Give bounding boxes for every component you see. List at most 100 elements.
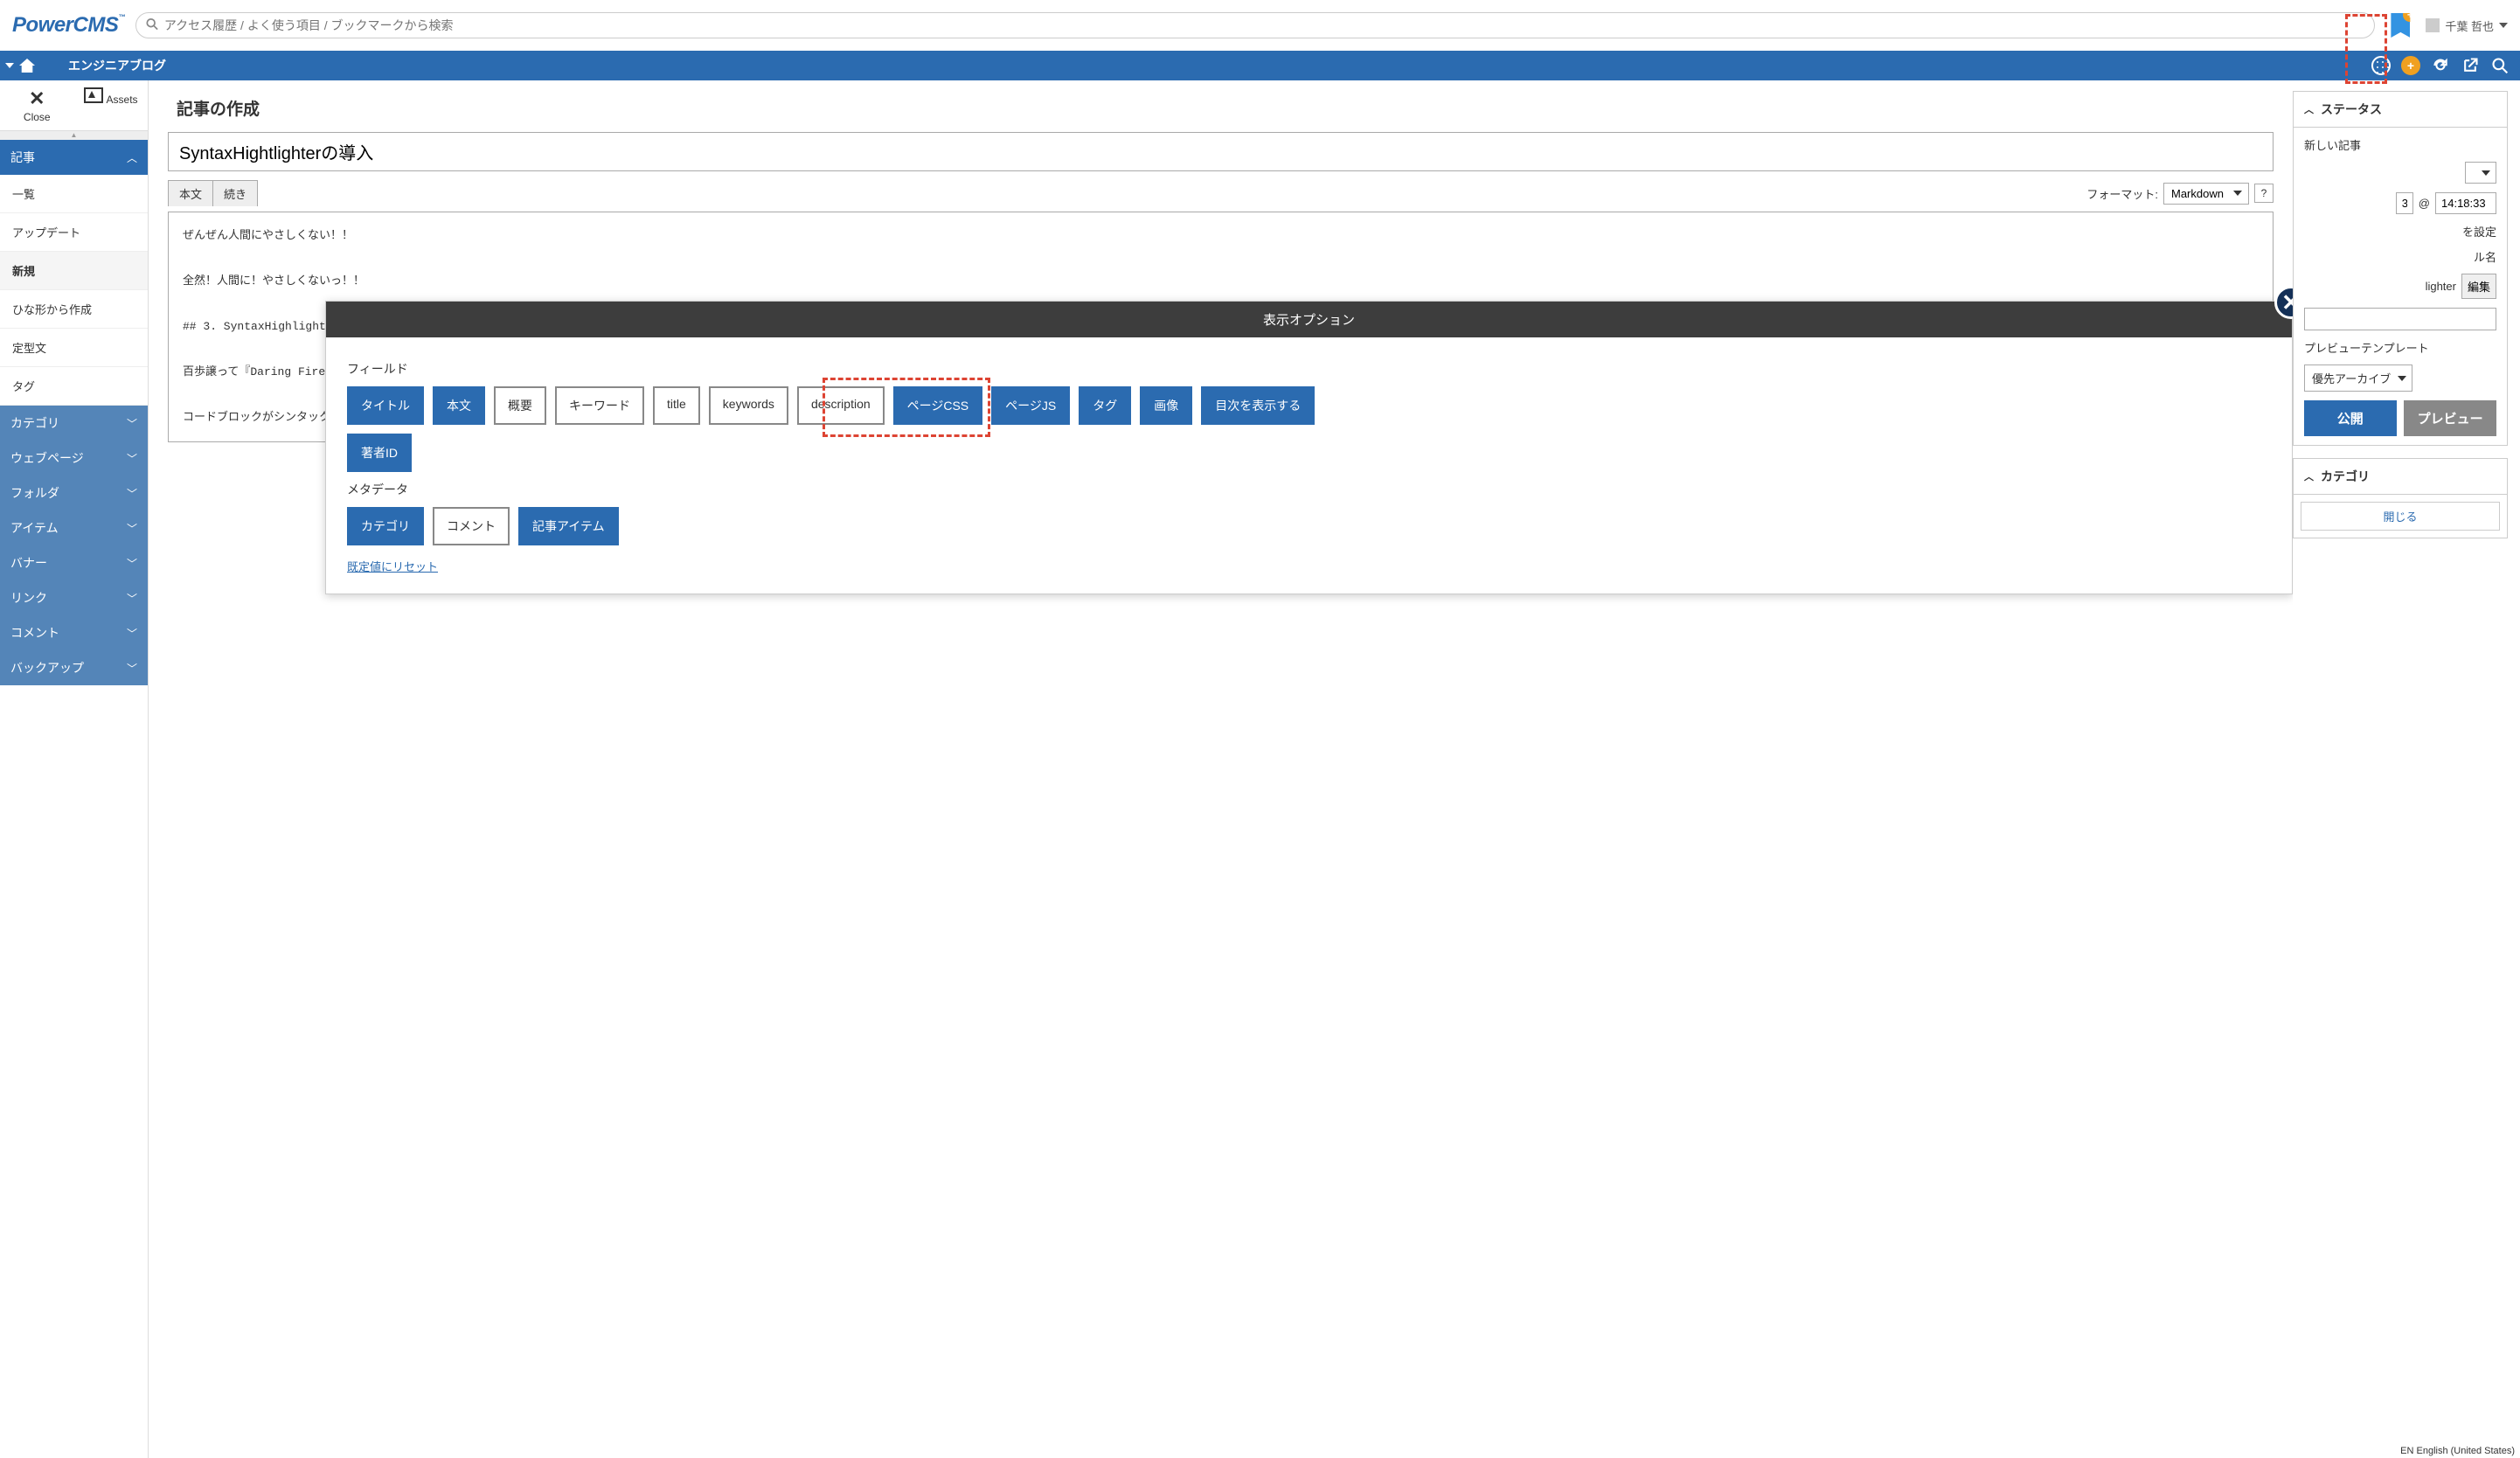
add-icon[interactable]: + [2401, 56, 2420, 75]
sidebar-section-comment[interactable]: コメント﹀ [0, 615, 148, 650]
brand-logo: PowerCMS™ [12, 13, 125, 38]
chip-keyword-ja[interactable]: キーワード [555, 386, 644, 425]
ime-language-indicator: EN English (United States) [2400, 1446, 2515, 1456]
sidebar-section-webpage[interactable]: ウェブページ﹀ [0, 441, 148, 476]
top-bar: PowerCMS™ 千葉 哲也 [0, 0, 2520, 51]
chevron-down-icon [2499, 23, 2508, 28]
close-button[interactable]: ✕ Close [0, 80, 74, 130]
external-link-icon[interactable] [2461, 56, 2480, 75]
chevron-up-icon: ︿ [127, 150, 137, 165]
close-icon: ✕ [0, 87, 74, 110]
sidebar-item-from-template[interactable]: ひな形から作成 [0, 290, 148, 329]
assets-button[interactable]: Assets [74, 80, 149, 130]
home-icon [19, 59, 35, 73]
edit-filename-button[interactable]: 編集 [2461, 274, 2496, 299]
time-input[interactable] [2435, 192, 2496, 214]
chip-comment[interactable]: コメント [433, 507, 510, 545]
global-search-input[interactable] [135, 12, 2376, 38]
category-open-link[interactable]: 開じる [2301, 502, 2500, 531]
chevron-down-icon: ﹀ [127, 661, 137, 676]
chevron-down-icon: ﹀ [127, 451, 137, 466]
site-bar: エンジニアブログ + [0, 51, 2520, 80]
chip-body[interactable]: 本文 [433, 386, 485, 425]
status-select[interactable] [2465, 162, 2496, 184]
user-name: 千葉 哲也 [2445, 17, 2494, 34]
sidebar-section-link[interactable]: リンク﹀ [0, 580, 148, 615]
sidebar-item-list[interactable]: 一覧 [0, 175, 148, 213]
site-name: エンジニアブログ [44, 57, 166, 74]
status-panel-head[interactable]: ︿ ステータス [2294, 92, 2507, 128]
search-bar-icon[interactable] [2490, 56, 2510, 75]
sidebar-section-backup[interactable]: バックアップ﹀ [0, 650, 148, 685]
refresh-icon[interactable] [2431, 56, 2450, 75]
chevron-down-icon: ﹀ [127, 626, 137, 641]
apps-grid-icon[interactable] [2371, 56, 2391, 75]
site-home-segment[interactable] [0, 51, 44, 80]
chip-article-item[interactable]: 記事アイテム [518, 507, 619, 545]
sidebar-section-folder[interactable]: フォルダ﹀ [0, 476, 148, 510]
preview-template-label: プレビューテンプレート [2304, 339, 2496, 356]
config-fragment: を設定 [2304, 223, 2496, 240]
empty-input[interactable] [2304, 308, 2496, 330]
chip-category[interactable]: カテゴリ [347, 507, 424, 545]
sidebar-section-category[interactable]: カテゴリ﹀ [0, 406, 148, 441]
sidebar-item-tag[interactable]: タグ [0, 367, 148, 406]
format-label: フォーマット: [2086, 185, 2158, 202]
fields-chip-row: タイトル 本文 概要 キーワード title keywords descript… [347, 386, 2271, 425]
chip-tag[interactable]: タグ [1079, 386, 1131, 425]
chip-author-id[interactable]: 著者ID [347, 434, 412, 472]
chevron-down-icon: ﹀ [127, 486, 137, 501]
publish-button[interactable]: 公開 [2304, 400, 2397, 436]
sidebar-section-article[interactable]: 記事︿ [0, 140, 148, 175]
right-column: ︿ ステータス 新しい記事 @ を設定 ル名 lighter 編集 [2293, 80, 2520, 1458]
chevron-down-icon: ﹀ [127, 416, 137, 431]
chevron-down-icon: ﹀ [127, 591, 137, 606]
chip-title-en[interactable]: title [653, 386, 700, 425]
chip-toc[interactable]: 目次を表示する [1201, 386, 1315, 425]
avatar-icon [2426, 18, 2440, 32]
chip-image[interactable]: 画像 [1140, 386, 1192, 425]
chip-summary[interactable]: 概要 [494, 386, 546, 425]
date-fragment-input[interactable] [2396, 192, 2413, 214]
category-panel-head[interactable]: ︿ カテゴリ [2294, 459, 2507, 495]
main-content: 記事の作成 本文 続き フォーマット: Markdown ? ぜんぜん人間にやさ… [149, 80, 2293, 1458]
chevron-down-icon: ﹀ [127, 556, 137, 571]
chevron-up-icon: ︿ [2304, 102, 2314, 116]
sidebar-item-update[interactable]: アップデート [0, 213, 148, 252]
chip-keywords-en[interactable]: keywords [709, 386, 788, 425]
sidebar-section-item[interactable]: アイテム﹀ [0, 510, 148, 545]
chip-page-js[interactable]: ページJS [991, 386, 1070, 425]
meta-section-label: メタデータ [347, 481, 2271, 498]
label-fragment: ル名 [2304, 248, 2496, 265]
sidebar-item-new[interactable]: 新規 [0, 252, 148, 290]
status-value: 新しい記事 [2304, 136, 2496, 153]
search-icon [146, 18, 158, 33]
format-help-button[interactable]: ? [2254, 184, 2274, 203]
at-mark: @ [2419, 197, 2430, 210]
chip-title[interactable]: タイトル [347, 386, 424, 425]
filename-fragment: lighter [2426, 280, 2456, 293]
reset-defaults-link[interactable]: 既定値にリセット [347, 560, 438, 573]
modal-close-button[interactable]: ✕ [2274, 286, 2293, 319]
bookmark-add-icon[interactable] [2391, 13, 2410, 38]
user-menu[interactable]: 千葉 哲也 [2426, 17, 2508, 34]
fields-section-label: フィールド [347, 360, 2271, 378]
page-title: 記事の作成 [149, 80, 2293, 132]
format-select[interactable]: Markdown [2163, 183, 2249, 205]
article-title-input[interactable] [168, 132, 2274, 171]
assets-icon [84, 87, 103, 103]
modal-title: 表示オプション ✕ [326, 302, 2292, 337]
chip-description[interactable]: description [797, 386, 885, 425]
display-options-panel: 表示オプション ✕ フィールド タイトル 本文 概要 キーワード title k… [325, 301, 2293, 594]
sidebar-item-boilerplate[interactable]: 定型文 [0, 329, 148, 367]
sidebar-section-banner[interactable]: バナー﹀ [0, 545, 148, 580]
dropdown-icon [5, 63, 14, 68]
chevron-down-icon: ﹀ [127, 521, 137, 536]
tab-more[interactable]: 続き [213, 180, 258, 206]
chip-page-css[interactable]: ページCSS [893, 386, 983, 425]
scroll-up-handle[interactable]: ▲ [0, 131, 148, 140]
tab-body[interactable]: 本文 [168, 180, 213, 206]
preview-button[interactable]: プレビュー [2404, 400, 2496, 436]
preview-template-select[interactable]: 優先アーカイブ [2304, 364, 2412, 392]
global-search [135, 12, 2376, 38]
